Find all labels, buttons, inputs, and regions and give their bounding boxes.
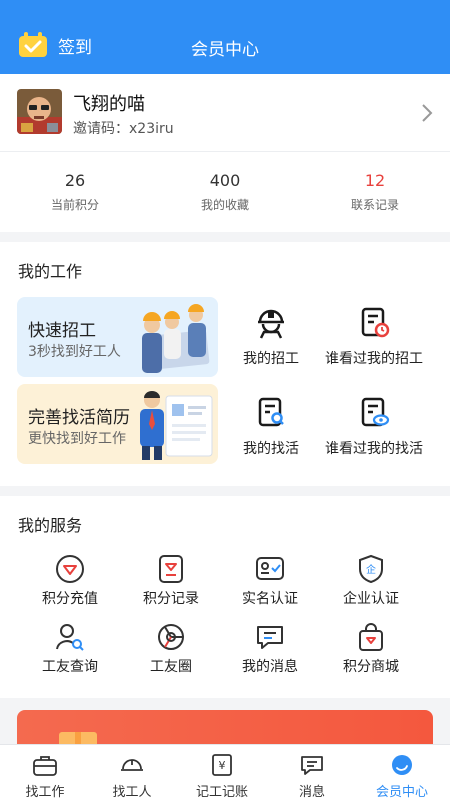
shopping-bag-icon xyxy=(359,623,383,651)
tab-label: 消息 xyxy=(298,785,325,800)
tab-find-job[interactable]: 找工作 xyxy=(0,753,90,800)
invite-code: 邀请码：x23iru xyxy=(73,121,174,137)
promo-subtitle: 3秒找到好工人 xyxy=(28,344,121,360)
who-viewed-hiring-tile[interactable]: 谁看过我的招工 xyxy=(316,306,432,368)
message-icon xyxy=(301,756,323,775)
resume-card[interactable]: 完善找活简历 更快找到好工作 xyxy=(17,384,218,464)
service-label: 实名认证 xyxy=(242,591,298,607)
stat-value: 400 xyxy=(209,171,241,190)
document-search-icon xyxy=(258,397,284,427)
page-title: 会员中心 xyxy=(191,40,259,60)
stat-label: 当前积分 xyxy=(50,198,99,212)
who-viewed-job-search-tile[interactable]: 谁看过我的找活 xyxy=(316,396,432,458)
tab-find-worker[interactable]: 找工人 xyxy=(87,753,177,800)
briefcase-icon xyxy=(33,756,57,776)
section-title: 我的服务 xyxy=(18,516,83,535)
service-label: 企业认证 xyxy=(343,591,399,607)
service-real-name-auth[interactable]: 实名认证 xyxy=(220,554,320,608)
my-services-section: 我的服务 积分充值 积分记录 实名认证 企 企业认证 工友查询 工友圈 我的消息… xyxy=(0,496,450,698)
stat-label: 我的收藏 xyxy=(200,198,249,212)
service-points-mall[interactable]: 积分商城 xyxy=(321,622,421,676)
promo-title: 快速招工 xyxy=(28,321,96,341)
tab-label: 找工人 xyxy=(112,785,152,800)
stat-value: 12 xyxy=(364,171,386,190)
service-label: 工友圈 xyxy=(150,659,192,675)
section-title: 我的工作 xyxy=(18,262,83,281)
yen-ledger-icon: ¥ xyxy=(212,754,232,776)
promo-subtitle: 更快找到好工作 xyxy=(28,431,126,447)
aperture-icon xyxy=(158,624,184,650)
tile-label: 谁看过我的招工 xyxy=(325,351,423,367)
tile-label: 我的找活 xyxy=(243,441,299,457)
service-label: 积分商城 xyxy=(343,659,399,675)
stat-favorites[interactable]: 400 我的收藏 xyxy=(150,171,300,213)
construction-workers-illustration xyxy=(142,304,210,373)
service-label: 积分记录 xyxy=(143,591,199,607)
job-seeker-illustration xyxy=(140,391,213,460)
stat-contacts[interactable]: 12 联系记录 xyxy=(300,171,450,213)
id-card-icon xyxy=(256,557,284,580)
member-icon xyxy=(392,755,412,775)
svg-text:¥: ¥ xyxy=(219,759,226,772)
service-worker-circle[interactable]: 工友圈 xyxy=(121,622,221,676)
service-my-messages[interactable]: 我的消息 xyxy=(220,622,320,676)
my-work-section: 我的工作 快速招工 3秒找到好工人 完善找活简历 更快找到好工作 我的招工 谁看… xyxy=(0,242,450,486)
diamond-icon xyxy=(56,555,84,583)
worker-icon xyxy=(258,309,284,339)
service-label: 工友查询 xyxy=(42,659,98,675)
tab-label: 找工作 xyxy=(25,785,65,800)
stat-value: 26 xyxy=(64,171,86,190)
tab-messages[interactable]: 消息 xyxy=(267,753,357,800)
tab-label: 记工记账 xyxy=(195,785,248,800)
tile-label: 我的招工 xyxy=(243,351,299,367)
profile-card[interactable]: 飞翔的喵 邀请码：x23iru xyxy=(0,74,450,152)
helmet-icon xyxy=(121,759,143,771)
stats-row: 26 当前积分 400 我的收藏 12 联系记录 xyxy=(0,152,450,232)
my-job-search-tile[interactable]: 我的找活 xyxy=(213,396,329,458)
my-hiring-tile[interactable]: 我的招工 xyxy=(213,306,329,368)
service-recharge-points[interactable]: 积分充值 xyxy=(20,554,120,608)
tab-member-center[interactable]: 会员中心 xyxy=(357,753,447,800)
avatar[interactable] xyxy=(17,89,62,134)
document-eye-icon xyxy=(361,397,390,427)
tile-label: 谁看过我的找活 xyxy=(325,441,423,457)
chevron-right-icon[interactable] xyxy=(420,103,434,123)
service-enterprise-auth[interactable]: 企 企业认证 xyxy=(321,554,421,608)
svg-text:企: 企 xyxy=(366,563,376,576)
service-label: 积分充值 xyxy=(42,591,98,607)
stat-label: 联系记录 xyxy=(350,198,399,212)
promo-title: 完善找活简历 xyxy=(28,408,130,428)
quick-hire-card[interactable]: 快速招工 3秒找到好工人 xyxy=(17,297,218,377)
user-name: 飞翔的喵 xyxy=(73,94,145,115)
tab-label: 会员中心 xyxy=(375,785,428,800)
bottom-tab-bar: 找工作 找工人 ¥ 记工记账 消息 会员中心 xyxy=(0,744,450,800)
enterprise-shield-icon: 企 xyxy=(359,554,383,584)
document-time-icon xyxy=(361,307,390,338)
stat-points[interactable]: 26 当前积分 xyxy=(0,171,150,213)
message-icon xyxy=(257,626,283,649)
app-header: 签到 会员中心 xyxy=(0,0,450,74)
tab-work-ledger[interactable]: ¥ 记工记账 xyxy=(177,753,267,800)
service-points-record[interactable]: 积分记录 xyxy=(121,554,221,608)
service-label: 我的消息 xyxy=(242,659,298,675)
service-worker-lookup[interactable]: 工友查询 xyxy=(20,622,120,676)
points-record-icon xyxy=(159,555,183,583)
user-search-icon xyxy=(56,624,84,651)
